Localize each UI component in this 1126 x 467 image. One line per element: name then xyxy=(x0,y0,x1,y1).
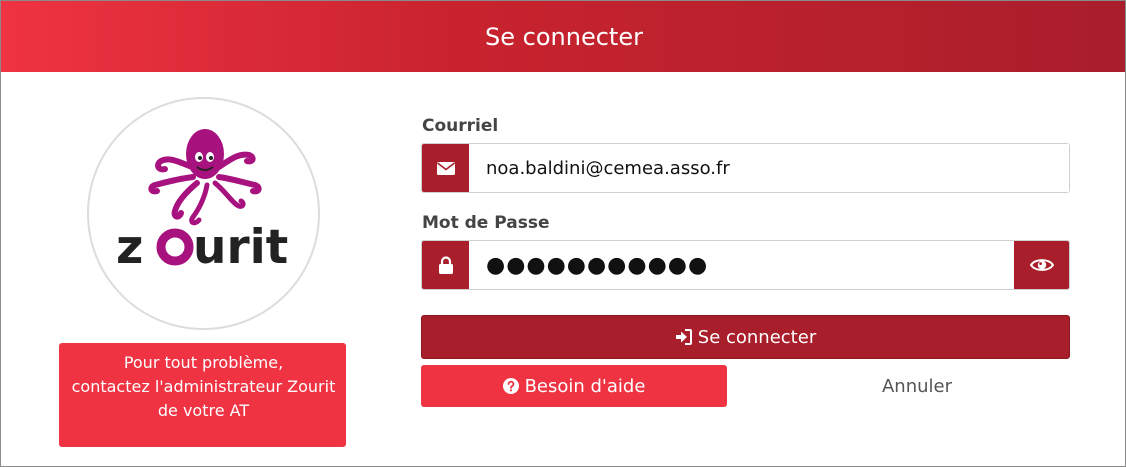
password-field[interactable] xyxy=(469,241,1014,289)
lock-icon xyxy=(422,241,469,289)
help-note-line-1: Pour tout problème, xyxy=(123,353,284,372)
eye-icon xyxy=(1029,259,1054,271)
dialog-title: Se connecter xyxy=(485,23,643,51)
login-button[interactable]: Se connecter xyxy=(421,315,1070,359)
contact-admin-note: Pour tout problème, contactez l'administ… xyxy=(59,343,346,447)
login-button-label: Se connecter xyxy=(697,326,817,348)
email-input-group xyxy=(421,143,1070,193)
password-label: Mot de Passe xyxy=(422,213,550,233)
help-note-line-3: de votre AT xyxy=(157,401,250,420)
dialog-header: Se connecter xyxy=(1,1,1125,72)
help-button[interactable]: Besoin d'aide xyxy=(421,365,727,407)
logo-wordmark: urit xyxy=(193,220,288,275)
email-field[interactable] xyxy=(469,144,1069,192)
zourit-logo: z urit xyxy=(87,97,320,330)
help-note-line-2: contactez l'administrateur Zourit xyxy=(71,377,336,396)
login-dialog: Se connecter z urit Pour tout problème, … xyxy=(0,0,1126,467)
show-password-button[interactable] xyxy=(1014,241,1069,289)
sign-in-icon xyxy=(675,329,692,345)
password-input-group xyxy=(421,240,1070,290)
cancel-button[interactable]: Annuler xyxy=(779,365,1055,407)
question-circle-icon xyxy=(502,378,519,394)
help-button-label: Besoin d'aide xyxy=(524,375,646,397)
octopus-logo-icon: z urit xyxy=(116,129,288,275)
svg-text:z: z xyxy=(116,220,143,275)
envelope-icon xyxy=(422,144,469,192)
email-label: Courriel xyxy=(422,116,499,136)
